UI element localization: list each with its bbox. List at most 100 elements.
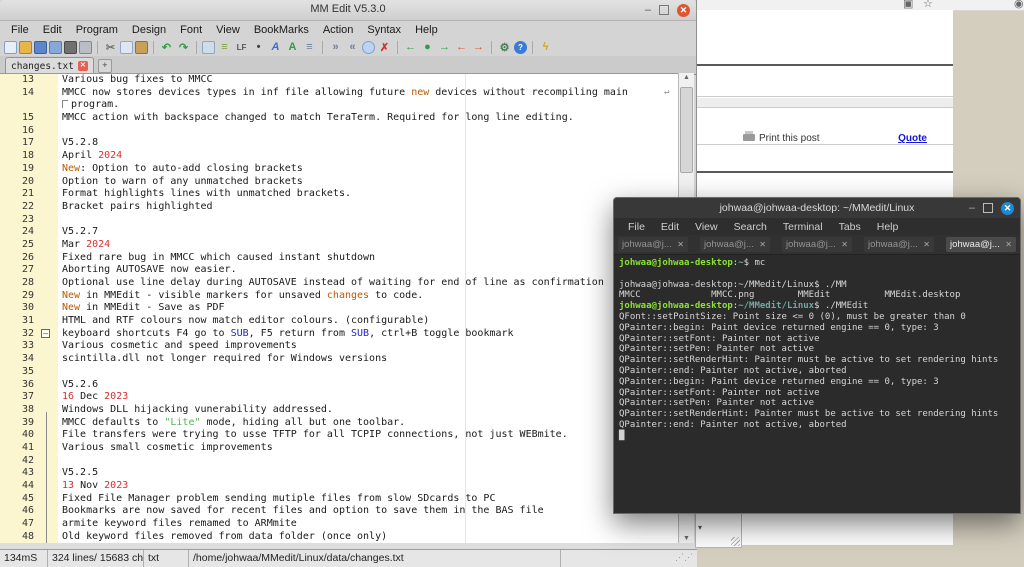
redo-icon[interactable]: ↷ xyxy=(176,40,191,55)
font-case-icon[interactable]: A xyxy=(285,40,300,55)
code-line[interactable]: 21Format highlights lines with unmatched… xyxy=(0,188,678,201)
code-line[interactable]: 4413 Nov 2023 xyxy=(0,480,678,493)
terminal-tab-2[interactable]: johwaa@j...✕ xyxy=(700,237,770,252)
menu-view[interactable]: View xyxy=(687,221,726,233)
terminal-tab-3[interactable]: johwaa@j...✕ xyxy=(782,237,852,252)
code-line[interactable]: 42 xyxy=(0,455,678,468)
tab-close-icon[interactable]: ✕ xyxy=(78,61,88,71)
maximize-icon[interactable] xyxy=(983,203,993,213)
resize-grip[interactable]: ⋰⋰ xyxy=(675,552,693,563)
menu-view[interactable]: View xyxy=(209,24,247,36)
code-line[interactable]: program. xyxy=(0,99,678,112)
code-line[interactable]: 39MMCC defaults to "Lite" mode, hiding a… xyxy=(0,417,678,430)
indent-icon[interactable]: » xyxy=(328,40,343,55)
paste-icon[interactable] xyxy=(135,41,148,54)
print-icon[interactable] xyxy=(79,41,92,54)
print-post-link[interactable]: Print this post xyxy=(743,133,820,144)
code-line[interactable]: 32–keyboard shortcuts F4 go to SUB, F5 r… xyxy=(0,328,678,341)
outdent-icon[interactable]: « xyxy=(345,40,360,55)
tab-close-icon[interactable]: ✕ xyxy=(677,240,684,249)
code-line[interactable]: 27Aborting AUTOSAVE now easier. xyxy=(0,264,678,277)
profile-icon[interactable]: ◉ xyxy=(1014,0,1024,10)
code-line[interactable]: 15MMCC action with backspace changed to … xyxy=(0,112,678,125)
cut-icon[interactable]: ✂ xyxy=(103,40,118,55)
code-line[interactable]: 36V5.2.6 xyxy=(0,379,678,392)
code-line[interactable]: 20Option to warn of any unmatched bracke… xyxy=(0,176,678,189)
terminal-screen[interactable]: johwaa@johwaa-desktop:~$ mc johwaa@johwa… xyxy=(614,254,1020,513)
new-file-icon[interactable] xyxy=(4,41,17,54)
scrollbar-thumb[interactable] xyxy=(680,87,693,173)
editor-title-bar[interactable]: MM Edit V5.3.0 – ✕ xyxy=(0,0,696,21)
line-numbers-icon[interactable]: ≡ xyxy=(217,40,232,55)
next-change-icon[interactable]: → xyxy=(471,40,486,55)
terminal-title-bar[interactable]: johwaa@johwaa-desktop: ~/MMedit/Linux – … xyxy=(614,198,1020,218)
copy-icon[interactable] xyxy=(120,41,133,54)
menu-file[interactable]: File xyxy=(4,24,36,36)
close-icon[interactable]: ✕ xyxy=(677,4,690,17)
code-line[interactable]: 47armite keyword files remamed to ARMmit… xyxy=(0,518,678,531)
whitespace-icon[interactable]: • xyxy=(251,40,266,55)
code-line[interactable]: 29New in MMEdit - visible markers for un… xyxy=(0,290,678,303)
minimize-icon[interactable]: – xyxy=(645,5,651,15)
code-line[interactable]: 40File transfers were trying to usse TFT… xyxy=(0,429,678,442)
close-icon[interactable]: ✕ xyxy=(1001,202,1014,215)
terminal-tab-4[interactable]: johwaa@j...✕ xyxy=(864,237,934,252)
code-line[interactable]: 13Various bug fixes to MMCC xyxy=(0,74,678,87)
code-line[interactable]: 45Fixed File Manager problem sending mut… xyxy=(0,493,678,506)
menu-action[interactable]: Action xyxy=(316,24,361,36)
minimize-icon[interactable]: – xyxy=(969,203,975,213)
terminal-tab-5[interactable]: johwaa@j...✕ xyxy=(946,237,1016,252)
code-line[interactable]: 43V5.2.5 xyxy=(0,467,678,480)
align-icon[interactable]: ≡ xyxy=(302,40,317,55)
code-line[interactable]: 33Various cosmetic and speed improvement… xyxy=(0,340,678,353)
scroll-down-icon[interactable]: ▾ xyxy=(698,523,702,532)
code-line[interactable]: 31HTML and RTF colours now match editor … xyxy=(0,315,678,328)
code-line[interactable]: 48Old keyword files removed from data fo… xyxy=(0,531,678,544)
code-line[interactable]: 19New: Option to auto-add closing bracke… xyxy=(0,163,678,176)
menu-design[interactable]: Design xyxy=(125,24,173,36)
nav-back-icon[interactable]: ← xyxy=(403,40,418,55)
code-line[interactable]: 38Windows DLL hijacking vunerability add… xyxy=(0,404,678,417)
prev-change-icon[interactable]: ← xyxy=(454,40,469,55)
menu-font[interactable]: Font xyxy=(173,24,209,36)
bookmark-star-icon[interactable]: ☆ xyxy=(923,0,933,10)
new-tab-button[interactable]: + xyxy=(98,59,112,73)
help-icon[interactable]: ? xyxy=(514,41,527,54)
menu-syntax[interactable]: Syntax xyxy=(360,24,408,36)
tab-close-icon[interactable]: ✕ xyxy=(759,240,766,249)
menu-edit[interactable]: Edit xyxy=(36,24,69,36)
code-line[interactable]: 3716 Dec 2023 xyxy=(0,391,678,404)
code-line[interactable]: 23 xyxy=(0,214,678,227)
code-line[interactable]: 30New in MMEdit - Save as PDF xyxy=(0,302,678,315)
scroll-up-icon[interactable]: ▲ xyxy=(679,74,694,81)
tab-close-icon[interactable]: ✕ xyxy=(1005,240,1012,249)
comment-icon[interactable] xyxy=(362,41,375,54)
menu-terminal[interactable]: Terminal xyxy=(775,221,831,233)
open-folder-icon[interactable] xyxy=(19,41,32,54)
download-icon[interactable]: ▣ xyxy=(903,0,913,10)
line-endings-icon[interactable]: LF xyxy=(234,40,249,55)
code-line[interactable]: 14MMCC now stores devices types in inf f… xyxy=(0,87,678,100)
tab-changes-txt[interactable]: changes.txt ✕ xyxy=(5,57,94,74)
terminal-tab-1[interactable]: johwaa@j...✕ xyxy=(618,237,688,252)
tab-close-icon[interactable]: ✕ xyxy=(841,240,848,249)
menu-help[interactable]: Help xyxy=(869,221,907,233)
save-as-icon[interactable] xyxy=(49,41,62,54)
fold-collapse-icon[interactable]: – xyxy=(41,329,50,338)
editor-text-area[interactable]: 13Various bug fixes to MMCC14MMCC now st… xyxy=(0,73,678,544)
menu-bookmarks[interactable]: BookMarks xyxy=(247,24,316,36)
code-line[interactable]: 17V5.2.8 xyxy=(0,137,678,150)
menu-file[interactable]: File xyxy=(620,221,653,233)
export-image-icon[interactable] xyxy=(64,41,77,54)
menu-tabs[interactable]: Tabs xyxy=(831,221,869,233)
code-line[interactable]: 34scintilla.dll not longer required for … xyxy=(0,353,678,366)
menu-help[interactable]: Help xyxy=(408,24,445,36)
code-line[interactable]: 46Bookmarks are now saved for recent fil… xyxy=(0,505,678,518)
scroll-down-icon[interactable]: ▼ xyxy=(679,535,694,542)
code-line[interactable]: 18April 2024 xyxy=(0,150,678,163)
menu-program[interactable]: Program xyxy=(69,24,125,36)
code-line[interactable]: 28Optional use line delay during AUTOSAV… xyxy=(0,277,678,290)
tab-close-icon[interactable]: ✕ xyxy=(923,240,930,249)
code-line[interactable]: 24V5.2.7 xyxy=(0,226,678,239)
font-style-icon[interactable]: A xyxy=(268,40,283,55)
